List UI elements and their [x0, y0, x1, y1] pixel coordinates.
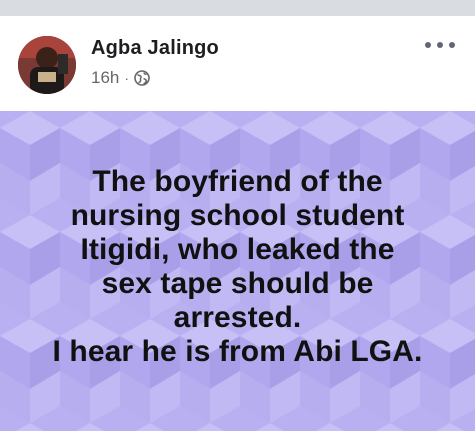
post-header: Agba Jalingo 16h ·	[0, 16, 475, 111]
post-text-line: arrested.	[173, 301, 302, 334]
author-name[interactable]: Agba Jalingo	[91, 37, 219, 60]
globe-icon[interactable]	[134, 70, 150, 86]
meta-separator: ·	[124, 70, 130, 86]
post-text-line: Itigidi, who leaked the	[80, 233, 395, 266]
post-text-line: sex tape should be	[101, 267, 374, 300]
post-timestamp[interactable]: 16h	[91, 68, 119, 88]
post-text-line: I hear he is from Abi LGA.	[52, 335, 423, 368]
post-text: The boyfriend of the nursing school stud…	[0, 165, 475, 369]
author-avatar[interactable]	[18, 36, 76, 94]
post-text-line: The boyfriend of the	[92, 165, 383, 198]
post-text-line: nursing school student	[70, 199, 405, 232]
more-options-button[interactable]	[425, 38, 455, 52]
post-meta: 16h ·	[91, 68, 150, 88]
feed-divider	[0, 0, 475, 16]
avatar-photo	[18, 36, 76, 94]
post-content[interactable]: The boyfriend of the nursing school stud…	[0, 111, 475, 431]
more-options-icon	[425, 42, 431, 48]
